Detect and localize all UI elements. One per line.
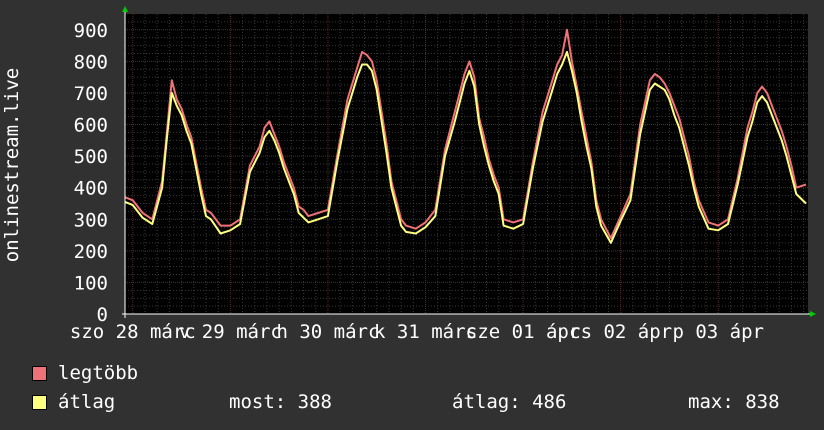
y-tick-label: 200 bbox=[74, 241, 108, 263]
x-tick-label: k 31 márc bbox=[374, 321, 477, 343]
x-tick-label: cs 02 ápr bbox=[569, 321, 672, 343]
x-tick-label: h 30 márc bbox=[276, 321, 379, 343]
x-tick-label: v 29 márc bbox=[179, 321, 282, 343]
x-tick-labels: szo 28 márcv 29 márch 30 márck 31 márcsz… bbox=[70, 321, 764, 343]
stat-current: most: 388 bbox=[229, 391, 332, 413]
y-tick-label: 100 bbox=[74, 272, 108, 294]
stat-max: max: 838 bbox=[688, 391, 780, 413]
legend-label-max: legtöbb bbox=[58, 362, 139, 384]
y-tick-label: 700 bbox=[74, 83, 108, 105]
y-axis-label: onlinestream.live bbox=[1, 68, 23, 262]
legend-swatch-max bbox=[32, 366, 47, 381]
y-tick-label: 600 bbox=[74, 115, 108, 137]
y-tick-label: 500 bbox=[74, 146, 108, 168]
legend-label-avg: átlag bbox=[58, 391, 116, 413]
stat-average: átlag: 486 bbox=[452, 391, 567, 413]
x-tick-label: p 03 ápr bbox=[672, 321, 764, 343]
chart: 0100200300400500600700800900 szo 28 márc… bbox=[0, 0, 824, 360]
legend-swatch-avg bbox=[32, 395, 47, 410]
y-tick-label: 400 bbox=[74, 178, 108, 200]
y-tick-label: 300 bbox=[74, 209, 108, 231]
x-tick-label: szo 28 márc bbox=[70, 321, 196, 343]
y-tick-label: 800 bbox=[74, 51, 108, 73]
y-tick-label: 900 bbox=[74, 20, 108, 42]
x-tick-label: sze 01 ápr bbox=[466, 321, 580, 343]
